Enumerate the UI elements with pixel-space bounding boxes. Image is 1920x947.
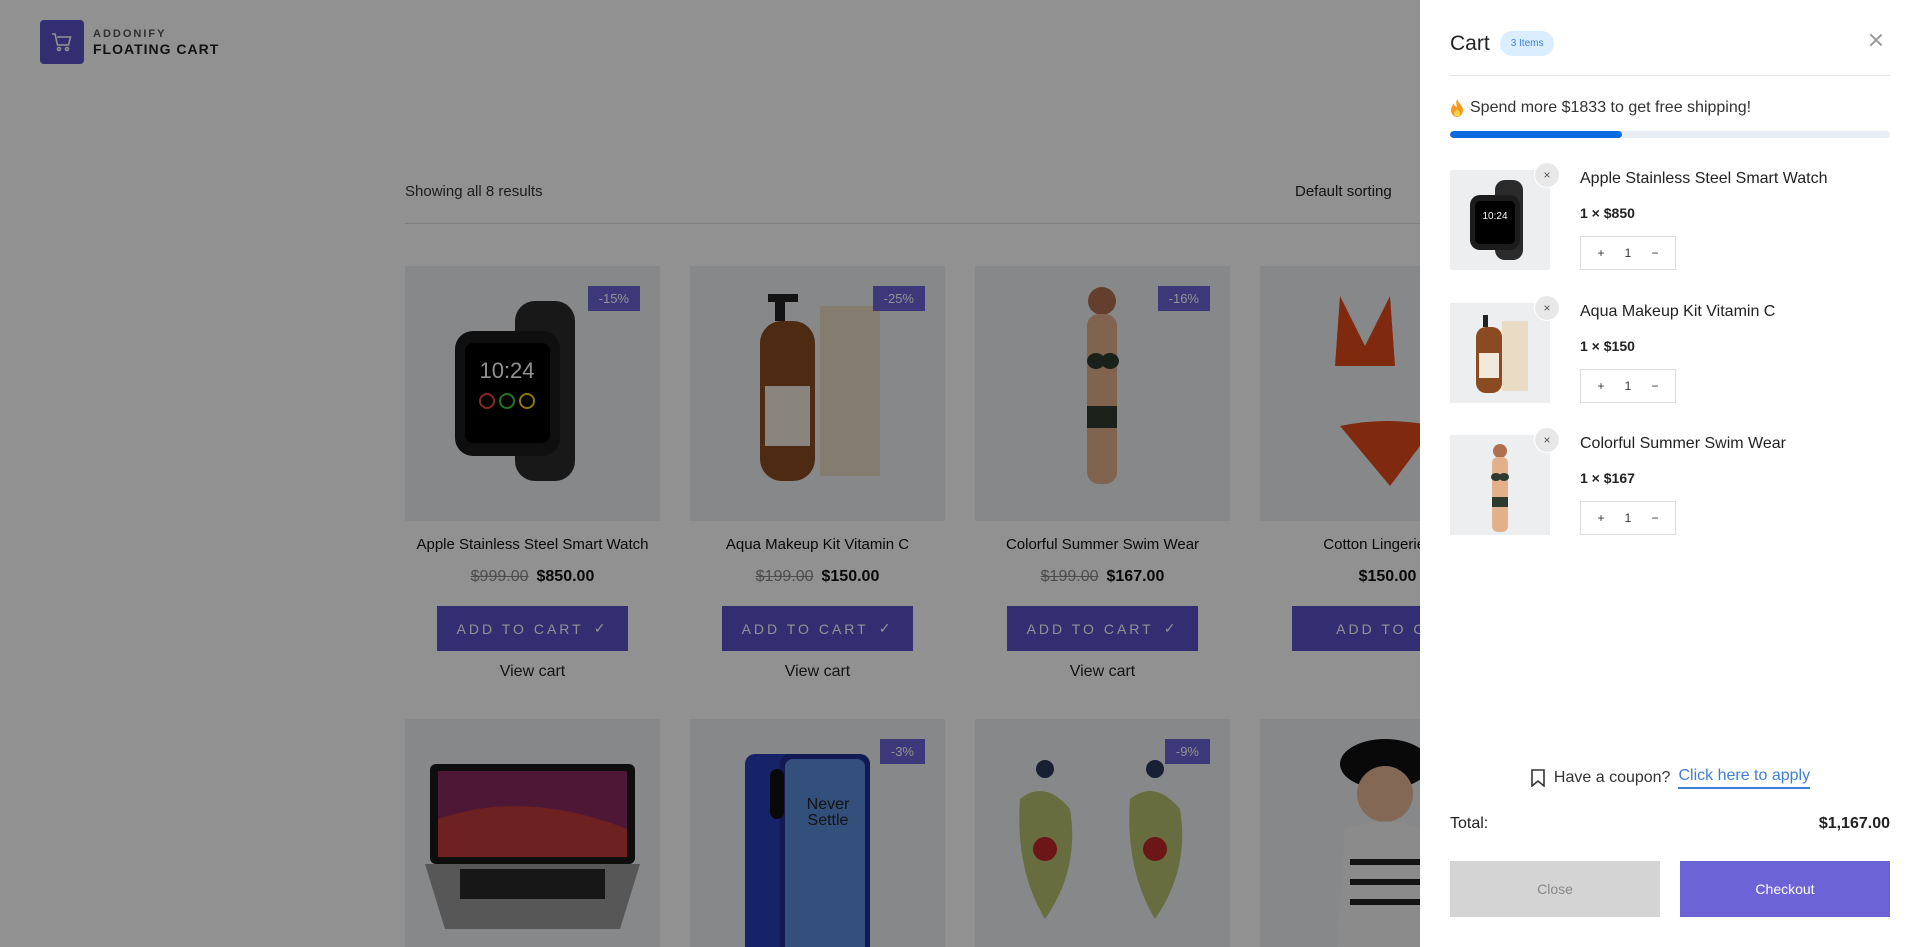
shipping-progress-fill [1450,131,1622,138]
cart-item-name[interactable]: Colorful Summer Swim Wear [1580,435,1786,453]
close-button[interactable]: Close [1450,861,1660,917]
checkout-button[interactable]: Checkout [1680,861,1890,917]
cart-item-thumbnail[interactable]: 10:24 [1450,170,1550,270]
plus-button[interactable]: + [1591,379,1611,393]
apply-coupon-link[interactable]: Click here to apply [1678,767,1811,789]
close-icon[interactable] [1868,32,1884,48]
cart-item-name[interactable]: Apple Stainless Steel Smart Watch [1580,170,1828,188]
remove-item-button[interactable]: × [1534,295,1560,321]
cart-item-qty-price: 1 × $167 [1580,470,1635,486]
cart-title: Cart [1450,31,1490,55]
svg-text:10:24: 10:24 [1482,211,1507,222]
quantity-stepper: + 1 − [1580,501,1676,535]
plus-button[interactable]: + [1591,511,1611,525]
cart-item: × Aqua Makeup Kit Vitamin C 1 × $150 + 1… [1450,295,1890,413]
remove-item-button[interactable]: × [1534,162,1560,188]
total-value: $1,167.00 [1818,815,1890,832]
shipping-message: Spend more $1833 to get free shipping! [1450,99,1751,117]
minus-button[interactable]: − [1645,379,1665,393]
total-label: Total: [1450,815,1489,832]
fire-icon [1451,99,1463,117]
quantity-value[interactable]: 1 [1618,379,1638,393]
cart-item: 10:24 × Apple Stainless Steel Smart Watc… [1450,162,1890,280]
bookmark-icon [1531,769,1545,787]
remove-item-button[interactable]: × [1534,427,1560,453]
divider [1450,75,1890,76]
cart-item-qty-price: 1 × $850 [1580,205,1635,221]
cart-header: Cart 3 Items [1450,31,1555,56]
coupon-text: Have a coupon? [1553,769,1671,786]
coupon-row: Have a coupon? Click here to apply [1420,767,1920,789]
cart-item-thumbnail[interactable] [1450,303,1550,403]
cart-item-name[interactable]: Aqua Makeup Kit Vitamin C [1580,303,1775,321]
shipping-text: Spend more $1833 to get free shipping! [1470,99,1752,116]
cart-drawer: Cart 3 Items Spend more $1833 to get fre… [1420,0,1920,947]
cart-item-thumbnail[interactable] [1450,435,1550,535]
cart-item: × Colorful Summer Swim Wear 1 × $167 + 1… [1450,427,1890,545]
plus-button[interactable]: + [1591,246,1611,260]
items-count-badge: 3 Items [1499,31,1555,56]
cart-item-qty-price: 1 × $150 [1580,338,1635,354]
minus-button[interactable]: − [1645,246,1665,260]
minus-button[interactable]: − [1645,511,1665,525]
quantity-stepper: + 1 − [1580,236,1676,270]
quantity-value[interactable]: 1 [1618,511,1638,525]
shipping-progress-bar [1450,131,1890,138]
quantity-stepper: + 1 − [1580,369,1676,403]
quantity-value[interactable]: 1 [1618,246,1638,260]
